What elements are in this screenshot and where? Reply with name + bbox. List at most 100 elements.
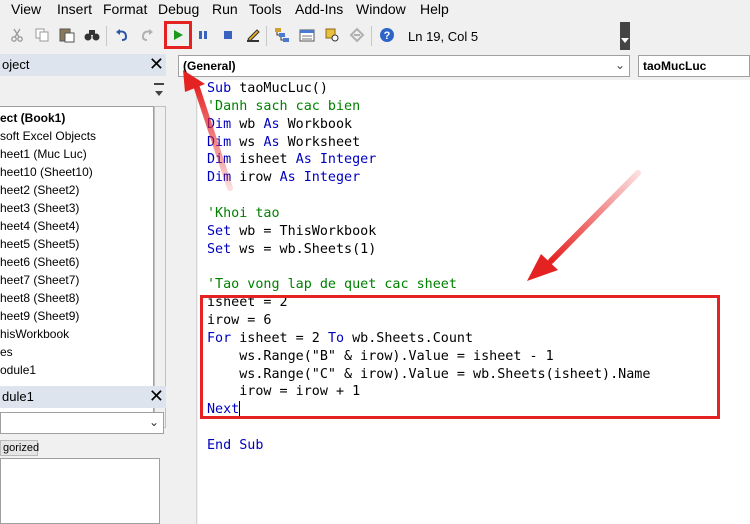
tree-item-modules-folder[interactable]: es [0, 345, 13, 359]
procedure-combo-value: taoMucLuc [643, 59, 707, 73]
cursor-position-status: Ln 19, Col 5 [404, 27, 614, 47]
tree-item-sheet3[interactable]: heet3 (Sheet3) [0, 201, 79, 215]
run-button-highlight [164, 21, 192, 49]
project-explorer-icon[interactable] [273, 26, 291, 44]
code-text: irow [239, 170, 280, 186]
code-keyword: As [279, 170, 304, 186]
code-line[interactable]: Sub taoMucLuc() [207, 80, 650, 98]
paste-icon[interactable] [58, 26, 76, 44]
code-keyword: Dim [207, 134, 240, 150]
code-keyword: Sub [207, 81, 240, 96]
code-text: Worksheet [287, 134, 361, 150]
code-keyword: Dim [207, 170, 240, 186]
menu-run[interactable]: Run [212, 1, 238, 17]
code-margin-indicator-bar[interactable] [173, 80, 197, 524]
code-text: Workbook [287, 116, 353, 132]
code-keyword: Set [207, 223, 240, 239]
menu-add-ins[interactable]: Add-Ins [295, 1, 343, 17]
code-keyword: As [263, 134, 288, 150]
code-line[interactable] [207, 187, 650, 205]
project-pane-dropdown-icon[interactable] [153, 80, 165, 102]
properties-list[interactable] [0, 458, 160, 524]
project-tree-scrollbar[interactable] [154, 106, 166, 428]
loop-code-highlight [200, 295, 720, 419]
menu-debug[interactable]: Debug [158, 1, 199, 17]
object-browser-icon[interactable] [323, 26, 341, 44]
procedure-combo[interactable]: taoMucLuc [638, 55, 750, 77]
code-comment: 'Tao vong lap de quet cac sheet [207, 277, 457, 293]
properties-object-select[interactable]: ⌄ [0, 412, 164, 434]
code-keyword: As [263, 116, 288, 132]
code-line[interactable] [207, 419, 650, 437]
properties-pane-title: dule1 ✕ [0, 386, 166, 408]
menu-view[interactable]: View [11, 1, 41, 17]
cut-icon[interactable] [8, 26, 26, 44]
code-line[interactable]: Dim isheet As Integer [207, 151, 650, 169]
code-keyword: Dim [207, 116, 240, 132]
code-text: ws = wb.Sheets(1) [239, 241, 377, 257]
properties-icon[interactable] [298, 26, 316, 44]
code-line[interactable]: Set wb = ThisWorkbook [207, 223, 650, 241]
tree-item-thisworkbook[interactable]: hisWorkbook [0, 327, 69, 341]
reset-icon[interactable] [219, 26, 237, 44]
code-keyword: Set [207, 241, 240, 257]
menu-bar: View Insert Format Debug Run Tools Add-I… [0, 0, 750, 20]
tree-item-sheet10[interactable]: heet10 (Sheet10) [0, 165, 93, 179]
tree-item-sheet6[interactable]: heet6 (Sheet6) [0, 255, 79, 269]
properties-pane-title-text: dule1 [2, 389, 34, 404]
object-combo-value: (General) [183, 59, 236, 73]
object-combo[interactable]: (General) ⌄ [178, 55, 630, 77]
menu-window[interactable]: Window [356, 1, 406, 17]
menu-format[interactable]: Format [103, 1, 147, 17]
left-panes: oject ✕ ect (Book1) soft Excel Objects h… [0, 52, 170, 524]
menu-tools[interactable]: Tools [249, 1, 282, 17]
tab-categorized[interactable]: gorized [0, 440, 39, 456]
code-text: isheet [239, 152, 296, 168]
code-text: wb [239, 116, 264, 132]
code-line[interactable]: End Sub [207, 437, 650, 455]
tree-item-sheet5[interactable]: heet5 (Sheet5) [0, 237, 79, 251]
code-line[interactable]: 'Tao vong lap de quet cac sheet [207, 276, 650, 294]
code-keyword: As [295, 152, 320, 168]
tree-item-sheet4[interactable]: heet4 (Sheet4) [0, 219, 79, 233]
menu-insert[interactable]: Insert [57, 1, 92, 17]
close-project-pane-icon[interactable]: ✕ [149, 55, 164, 73]
toolbar-options-button[interactable] [620, 22, 630, 50]
code-line[interactable]: 'Danh sach cac bien [207, 98, 650, 116]
svg-text:?: ? [384, 30, 391, 42]
code-line[interactable]: 'Khoi tao [207, 205, 650, 223]
code-line[interactable] [207, 258, 650, 276]
help-icon[interactable]: ? [378, 26, 396, 44]
design-mode-icon[interactable] [244, 26, 262, 44]
tree-item-sheet1[interactable]: heet1 (Muc Luc) [0, 147, 87, 161]
chevron-down-icon: ⌄ [614, 58, 625, 72]
project-pane-title-text: oject [2, 57, 30, 72]
project-pane-toolbar [0, 80, 166, 106]
code-line[interactable]: Dim ws As Worksheet [207, 134, 650, 152]
tree-item-sheet8[interactable]: heet8 (Sheet8) [0, 291, 79, 305]
close-properties-pane-icon[interactable]: ✕ [149, 387, 164, 405]
find-icon[interactable] [83, 26, 101, 44]
code-comment: 'Khoi tao [207, 205, 280, 221]
tree-item-sheet9[interactable]: heet9 (Sheet9) [0, 309, 79, 323]
tree-item-module1[interactable]: odule1 [0, 363, 36, 377]
redo-icon[interactable] [138, 26, 156, 44]
code-keyword: Integer [303, 170, 361, 186]
tree-item-sheet7[interactable]: heet7 (Sheet7) [0, 273, 79, 287]
code-keyword: Dim [207, 152, 240, 168]
code-line[interactable]: Dim irow As Integer [207, 169, 650, 187]
menu-help[interactable]: Help [420, 1, 449, 17]
undo-icon[interactable] [113, 26, 131, 44]
code-line[interactable]: Set ws = wb.Sheets(1) [207, 241, 650, 259]
project-tree: ect (Book1) soft Excel Objects heet1 (Mu… [0, 106, 154, 428]
break-icon[interactable] [194, 26, 212, 44]
tree-item-excel-objects[interactable]: soft Excel Objects [0, 129, 96, 143]
tree-item-project[interactable]: ect (Book1) [0, 111, 65, 125]
copy-icon[interactable] [33, 26, 51, 44]
code-line[interactable]: Dim wb As Workbook [207, 116, 650, 134]
tree-item-sheet2[interactable]: heet2 (Sheet2) [0, 183, 79, 197]
toolbox-icon[interactable] [348, 26, 366, 44]
project-pane-title: oject ✕ [0, 54, 166, 76]
toolbar-empty-area [635, 20, 750, 52]
code-keyword: End Sub [207, 437, 264, 453]
